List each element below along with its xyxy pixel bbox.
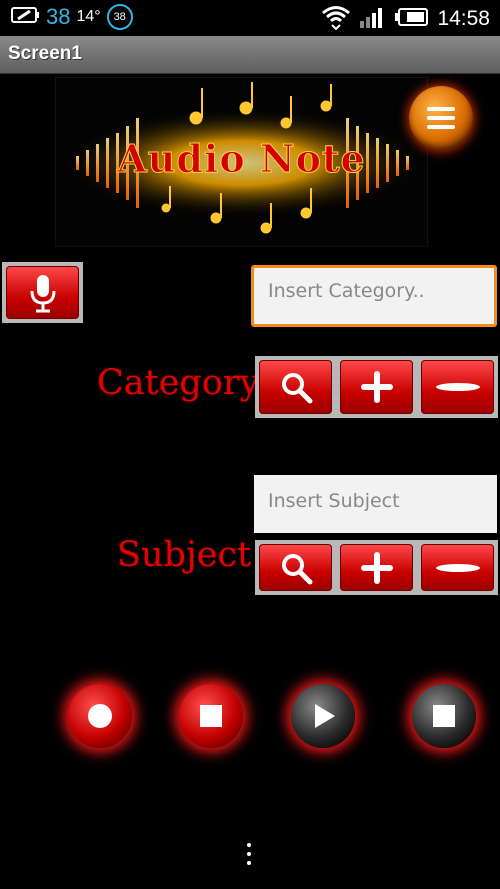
- play-icon: [315, 704, 335, 728]
- status-time: 14:58: [437, 7, 490, 30]
- category-input-placeholder: Insert Category..: [268, 280, 425, 302]
- stop-button[interactable]: [179, 684, 243, 748]
- subject-search-button[interactable]: [255, 540, 336, 595]
- battery-icon: [395, 7, 429, 31]
- stop-play-icon: [433, 705, 455, 727]
- battery-level-text: 38: [46, 4, 71, 29]
- minus-icon: [435, 383, 480, 391]
- title-bar: Screen1: [0, 36, 500, 74]
- signal-icon: [359, 5, 387, 33]
- subject-input-placeholder: Insert Subject: [268, 490, 400, 512]
- more-vertical-icon: [245, 843, 253, 865]
- subject-label: Subject: [117, 535, 252, 575]
- category-label: Category: [97, 363, 260, 403]
- record-button[interactable]: [68, 684, 132, 748]
- audio-note-logo: Audio Note: [55, 77, 428, 247]
- screen-title: Screen1: [8, 43, 82, 64]
- plus-icon: [360, 371, 393, 403]
- subject-add-button[interactable]: [336, 540, 417, 595]
- plus-icon: [360, 551, 393, 584]
- search-icon: [281, 553, 312, 584]
- subject-remove-button[interactable]: [417, 540, 498, 595]
- temperature-text: 14°: [76, 8, 101, 25]
- notification-count-badge: 38: [106, 4, 133, 30]
- category-add-button[interactable]: [336, 356, 417, 418]
- category-input[interactable]: Insert Category..: [251, 265, 497, 327]
- category-search-button[interactable]: [255, 356, 336, 418]
- logo-title: Audio Note: [117, 136, 366, 182]
- minus-icon: [435, 563, 480, 572]
- microphone-button[interactable]: [2, 262, 83, 323]
- search-icon: [281, 373, 312, 404]
- menu-button[interactable]: [409, 86, 473, 150]
- record-icon: [88, 704, 112, 728]
- stop-play-button[interactable]: [412, 684, 476, 748]
- battery-charging-icon: [10, 4, 40, 30]
- microphone-icon: [30, 274, 55, 312]
- status-bar: 38 14° 38 14:58: [0, 0, 500, 36]
- play-button[interactable]: [291, 684, 355, 748]
- overflow-menu-button[interactable]: [245, 843, 253, 869]
- subject-input[interactable]: Insert Subject: [254, 475, 497, 533]
- stop-icon: [200, 705, 222, 727]
- wifi-icon: [321, 4, 351, 34]
- category-remove-button[interactable]: [417, 356, 498, 418]
